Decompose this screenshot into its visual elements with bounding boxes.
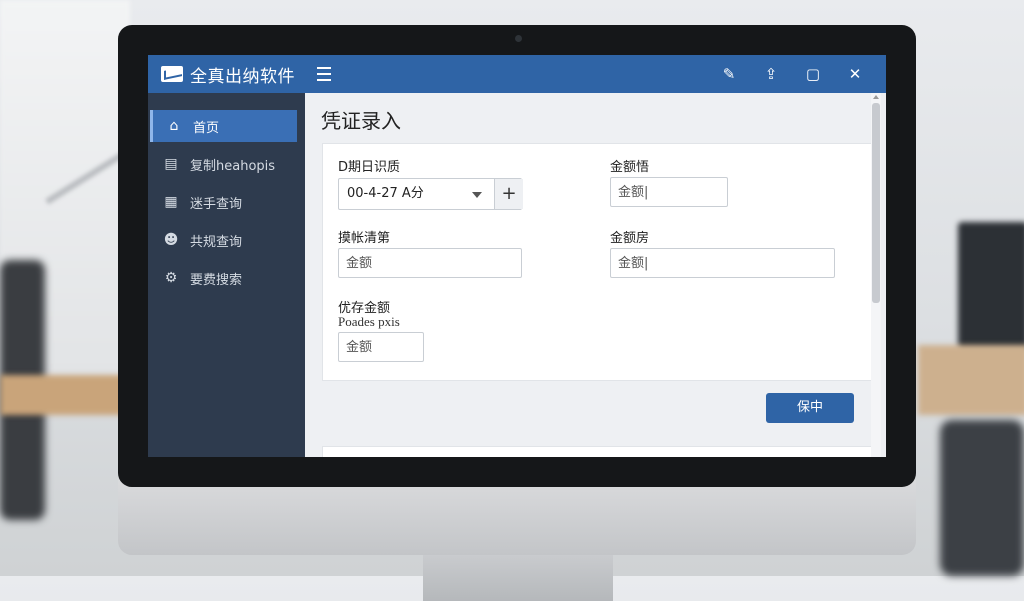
monitor: 全真出纳软件 ✎ ⇪ ▢ ✕ ⌂ 首页 ▤ 复制heahopis ▦ 迷手查询 … [118,25,916,601]
monitor-chin [118,480,916,555]
sidebar: ⌂ 首页 ▤ 复制heahopis ▦ 迷手查询 ☻ 共规查询 ⚙ 要费搜索 [148,93,305,457]
form-card: D期日识质 00-4-27 A分 + 金额悟 金额| 摸帐清第 金额 金额房 金… [322,143,872,381]
sidebar-item-label: 复制heahopis [190,158,276,174]
sidebar-item-query[interactable]: ▦ 迷手查询 [150,186,297,218]
scroll-up-icon[interactable] [873,95,879,99]
save-button[interactable]: 保中 [766,393,854,423]
gear-icon: ⚙ [164,270,178,286]
sidebar-item-label: 要费搜索 [190,272,243,288]
main-content: 凭证录入 D期日识质 00-4-27 A分 + 金额悟 金额| 摸帐清第 金额 … [305,93,886,457]
list-icon: ▦ [164,194,178,210]
app-title: 全真出纳软件 [190,66,295,87]
save-amount-input[interactable]: 金额 [338,332,424,362]
background-monitor [958,222,1024,350]
users-icon: ☻ [163,232,179,248]
amount2-label: 金额房 [610,231,650,246]
account-label: 摸帐清第 [338,231,391,246]
sidebar-item-label: 首页 [193,120,220,136]
page-title: 凭证录入 [321,109,401,133]
close-icon[interactable]: ✕ [834,65,876,83]
envelope-logo-icon [161,66,183,82]
date-value: 00-4-27 A分 [347,186,424,201]
sidebar-item-search[interactable]: ⚙ 要费搜索 [150,262,297,294]
sidebar-item-label: 迷手查询 [190,196,243,212]
date-label: D期日识质 [338,160,401,175]
monitor-bezel: 全真出纳软件 ✎ ⇪ ▢ ✕ ⌂ 首页 ▤ 复制heahopis ▦ 迷手查询 … [118,25,916,487]
date-select[interactable]: 00-4-27 A分 + [338,178,523,210]
app-window: 全真出纳软件 ✎ ⇪ ▢ ✕ ⌂ 首页 ▤ 复制heahopis ▦ 迷手查询 … [148,55,886,457]
hamburger-icon[interactable] [317,67,331,81]
document-icon: ▤ [164,156,178,172]
amount-label: 金额悟 [610,160,650,175]
window-icon[interactable]: ▢ [792,65,834,83]
save-amount-sublabel: Poades pxis [338,314,400,329]
share-icon[interactable]: ⇪ [750,65,792,83]
add-date-button[interactable]: + [494,179,523,209]
amount2-input[interactable]: 金额| [610,248,835,278]
app-topbar: 全真出纳软件 ✎ ⇪ ▢ ✕ [148,55,886,93]
topbar-actions: ✎ ⇪ ▢ ✕ [708,55,876,93]
background-desk [0,375,130,415]
scrollbar[interactable] [871,93,881,457]
webcam [515,35,522,42]
chevron-down-icon[interactable] [472,192,482,198]
monitor-stand [423,555,613,601]
edit-icon[interactable]: ✎ [708,65,750,83]
sidebar-item-copy[interactable]: ▤ 复制heahopis [150,148,297,180]
sidebar-item-label: 共规查询 [190,234,243,250]
sidebar-item-home[interactable]: ⌂ 首页 [150,110,297,142]
sidebar-item-shared[interactable]: ☻ 共规查询 [150,224,297,256]
scroll-thumb[interactable] [872,103,880,303]
background-desk-right [918,345,1024,415]
amount-input[interactable]: 金额| [610,177,728,207]
account-input[interactable]: 金额 [338,248,522,278]
bottom-card [322,446,872,457]
background-chair-right [940,420,1024,576]
home-icon: ⌂ [169,118,179,134]
